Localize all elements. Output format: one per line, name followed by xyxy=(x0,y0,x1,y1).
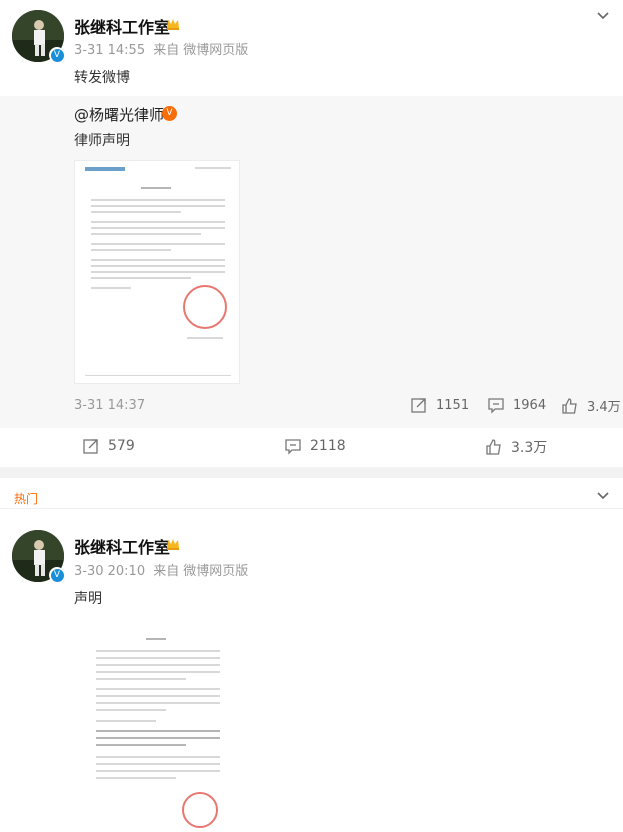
crown-icon xyxy=(167,539,179,550)
post-source: 微博网页版 xyxy=(183,564,249,579)
repost-count-value: 1151 xyxy=(436,397,470,413)
source-prefix: 来自 xyxy=(153,564,180,579)
verified-badge: V xyxy=(49,567,65,583)
username[interactable]: 张继科工作室 xyxy=(74,534,170,558)
comment-icon xyxy=(488,398,504,414)
repost-count[interactable]: 1151 xyxy=(410,396,469,414)
post-text: 转发微博 xyxy=(74,70,130,86)
repost-button[interactable]: 579 xyxy=(82,437,135,455)
repost-author[interactable]: @杨曙光律师 xyxy=(74,104,164,125)
like-count[interactable]: 3.4万 xyxy=(561,396,621,415)
seal-stamp xyxy=(183,285,227,329)
statement-image[interactable] xyxy=(74,624,240,832)
comment-count[interactable]: 1964 xyxy=(487,396,546,414)
chevron-down-icon[interactable] xyxy=(595,8,611,24)
reposted-content[interactable]: @杨曙光律师 V 律师声明 3-31 14:37 1151 1964 3.4万 xyxy=(0,96,623,428)
like-button-count: 3.3万 xyxy=(511,440,548,456)
repost-button-count: 579 xyxy=(108,438,135,454)
comment-icon xyxy=(285,439,301,455)
post-card-1: V 张继科工作室 3-31 14:55 来自 微博网页版 转发微博 @杨曙光律师 … xyxy=(0,0,623,467)
post-text: 声明 xyxy=(74,591,102,607)
repost-icon xyxy=(83,439,98,454)
repost-verified-badge: V xyxy=(162,106,177,121)
post-meta: 3-30 20:10 来自 微博网页版 xyxy=(74,560,252,579)
post-card-2: 热门 V 张继科工作室 3-30 20:10 来自 微博网页版 声明 xyxy=(0,478,623,832)
source-prefix: 来自 xyxy=(153,43,180,58)
post-source: 微博网页版 xyxy=(183,43,249,58)
like-count-value: 3.4万 xyxy=(587,400,621,415)
repost-text: 律师声明 xyxy=(74,133,130,149)
statement-image[interactable] xyxy=(74,160,240,384)
comment-count-value: 1964 xyxy=(513,397,547,413)
like-icon xyxy=(562,397,577,414)
crown-icon xyxy=(167,19,179,30)
like-button[interactable]: 3.3万 xyxy=(485,437,547,457)
like-icon xyxy=(486,439,501,455)
repost-icon xyxy=(411,398,426,413)
post-time[interactable]: 3-30 20:10 xyxy=(74,564,145,579)
seal-stamp xyxy=(182,792,218,828)
divider xyxy=(0,508,623,509)
hot-label: 热门 xyxy=(14,492,39,506)
comment-button[interactable]: 2118 xyxy=(284,437,346,455)
comment-button-count: 2118 xyxy=(310,438,346,454)
verified-badge: V xyxy=(49,47,65,63)
post-meta: 3-31 14:55 来自 微博网页版 xyxy=(74,39,252,58)
username[interactable]: 张继科工作室 xyxy=(74,14,170,38)
chevron-down-icon[interactable] xyxy=(595,488,611,504)
repost-time[interactable]: 3-31 14:37 xyxy=(74,398,145,413)
post-time[interactable]: 3-31 14:55 xyxy=(74,43,145,58)
